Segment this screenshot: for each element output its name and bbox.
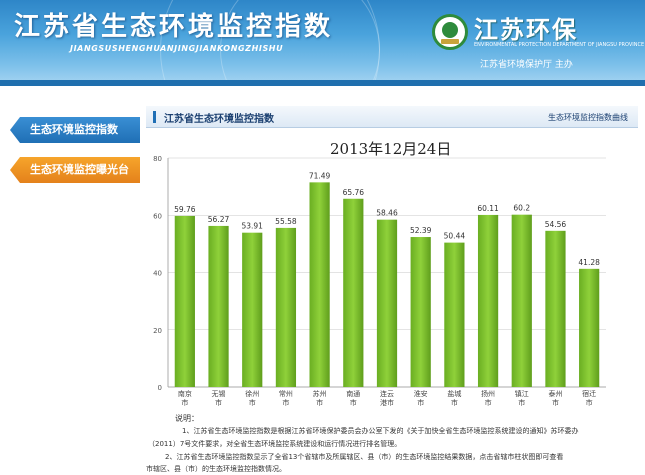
- site-header: 江苏省生态环境监控指数 JIANGSUSHENGHUANJINGJIANKONG…: [0, 0, 645, 86]
- note-line: 市辖区、县（市）的生态环境监控指数情况。: [146, 465, 286, 473]
- x-tick-label: 淮安: [414, 389, 428, 398]
- x-tick-label: 苏州: [313, 389, 327, 398]
- x-tick-label: 镇江: [515, 389, 529, 398]
- y-tick-label: 40: [153, 270, 162, 278]
- x-tick-label: 市: [417, 398, 424, 407]
- note-line: 2、江苏省生态环境监控指数显示了全省13个省辖市及所属辖区、县（市）的生态环境监…: [165, 453, 564, 461]
- y-tick-label: 80: [153, 155, 162, 163]
- index-curve-link[interactable]: 生态环境监控指数曲线: [548, 112, 628, 123]
- data-label: 52.39: [410, 226, 432, 235]
- x-tick-label: 市: [215, 398, 222, 407]
- x-tick-label: 无锡: [212, 389, 226, 398]
- data-label: 53.91: [241, 222, 263, 231]
- data-label: 71.49: [309, 171, 331, 180]
- data-label: 41.28: [578, 258, 600, 267]
- x-tick-label: 南京: [178, 389, 192, 398]
- bar-南京市[interactable]: [174, 215, 195, 387]
- brand-dept-english: ENVIRONMENTAL PROTECTION DEPARTMENT OF J…: [474, 42, 645, 48]
- data-label: 58.46: [376, 209, 398, 218]
- x-tick-label: 市: [282, 398, 289, 407]
- x-tick-label: 市: [249, 398, 256, 407]
- x-tick-label: 连云: [380, 389, 394, 398]
- x-tick-label: 泰州: [548, 389, 562, 398]
- y-tick-label: 0: [158, 384, 162, 392]
- data-label: 55.58: [275, 217, 297, 226]
- data-label: 60.11: [477, 204, 499, 213]
- x-tick-label: 盐城: [447, 389, 461, 398]
- y-tick-label: 20: [153, 327, 162, 335]
- note-line: （2011）7号文件要求，对全省生态环境监控系统建设和运行情况进行排名管理。: [148, 440, 402, 448]
- data-label: 54.56: [545, 220, 567, 229]
- x-tick-label: 市: [485, 398, 492, 407]
- panel-marker: [153, 111, 156, 123]
- panel-title: 江苏省生态环境监控指数: [164, 114, 274, 125]
- brand-host: 江苏省环境保护厅 主办: [480, 60, 573, 70]
- bar-无锡市[interactable]: [208, 225, 229, 387]
- data-label: 59.76: [174, 205, 196, 214]
- notes-title: 说明：: [175, 414, 199, 423]
- data-label: 50.44: [444, 232, 466, 241]
- nav-item-monitoring-index[interactable]: 生态环境监控指数: [10, 117, 140, 143]
- bar-常州市[interactable]: [275, 227, 297, 387]
- bar-苏州市[interactable]: [309, 182, 330, 387]
- x-tick-label: 扬州: [481, 389, 495, 398]
- bar-盐城市[interactable]: [444, 242, 465, 387]
- x-tick-label: 市: [552, 398, 559, 407]
- y-tick-label: 60: [153, 212, 162, 220]
- x-tick-label: 市: [518, 398, 525, 407]
- bar-宿迁市[interactable]: [579, 268, 600, 387]
- x-tick-label: 市: [451, 398, 458, 407]
- bar-南通市[interactable]: [343, 198, 364, 387]
- x-tick-label: 港市: [380, 398, 394, 407]
- brand-name[interactable]: 江苏环保: [474, 10, 578, 45]
- bar-扬州市[interactable]: [477, 214, 499, 387]
- x-tick-label: 市: [316, 398, 323, 407]
- nav-item-exposure-platform[interactable]: 生态环境监控曝光台: [10, 157, 140, 183]
- data-label: 65.76: [343, 188, 365, 197]
- note-line: 1、江苏省生态环境监控指数是根据江苏省环境保护委员会办公室下发的《关于加快全省生…: [182, 427, 579, 435]
- bar-泰州市[interactable]: [545, 230, 566, 387]
- bar-chart: 02040608059.76南京市56.27无锡市53.91徐州市55.58常州…: [153, 155, 606, 407]
- x-tick-label: 常州: [279, 389, 293, 398]
- site-title: 江苏省生态环境监控指数: [14, 12, 334, 42]
- x-tick-label: 南通: [346, 389, 360, 398]
- bar-镇江市[interactable]: [511, 214, 532, 387]
- bar-淮安市[interactable]: [410, 237, 431, 387]
- site-subtitle: JIANGSUSHENGHUANJINGJIANKONGZHISHU: [70, 44, 284, 53]
- bar-徐州市[interactable]: [242, 232, 263, 387]
- data-label: 60.2: [513, 204, 530, 213]
- x-tick-label: 市: [350, 398, 357, 407]
- bar-连云港市[interactable]: [376, 219, 398, 387]
- x-tick-label: 市: [181, 398, 188, 407]
- x-tick-label: 徐州: [245, 389, 259, 398]
- data-label: 56.27: [208, 215, 230, 224]
- panel-header: 江苏省生态环境监控指数 生态环境监控指数曲线: [146, 106, 638, 128]
- x-tick-label: 市: [586, 398, 593, 407]
- x-tick-label: 宿迁: [582, 389, 596, 398]
- environmental-protection-emblem-icon[interactable]: [432, 14, 468, 50]
